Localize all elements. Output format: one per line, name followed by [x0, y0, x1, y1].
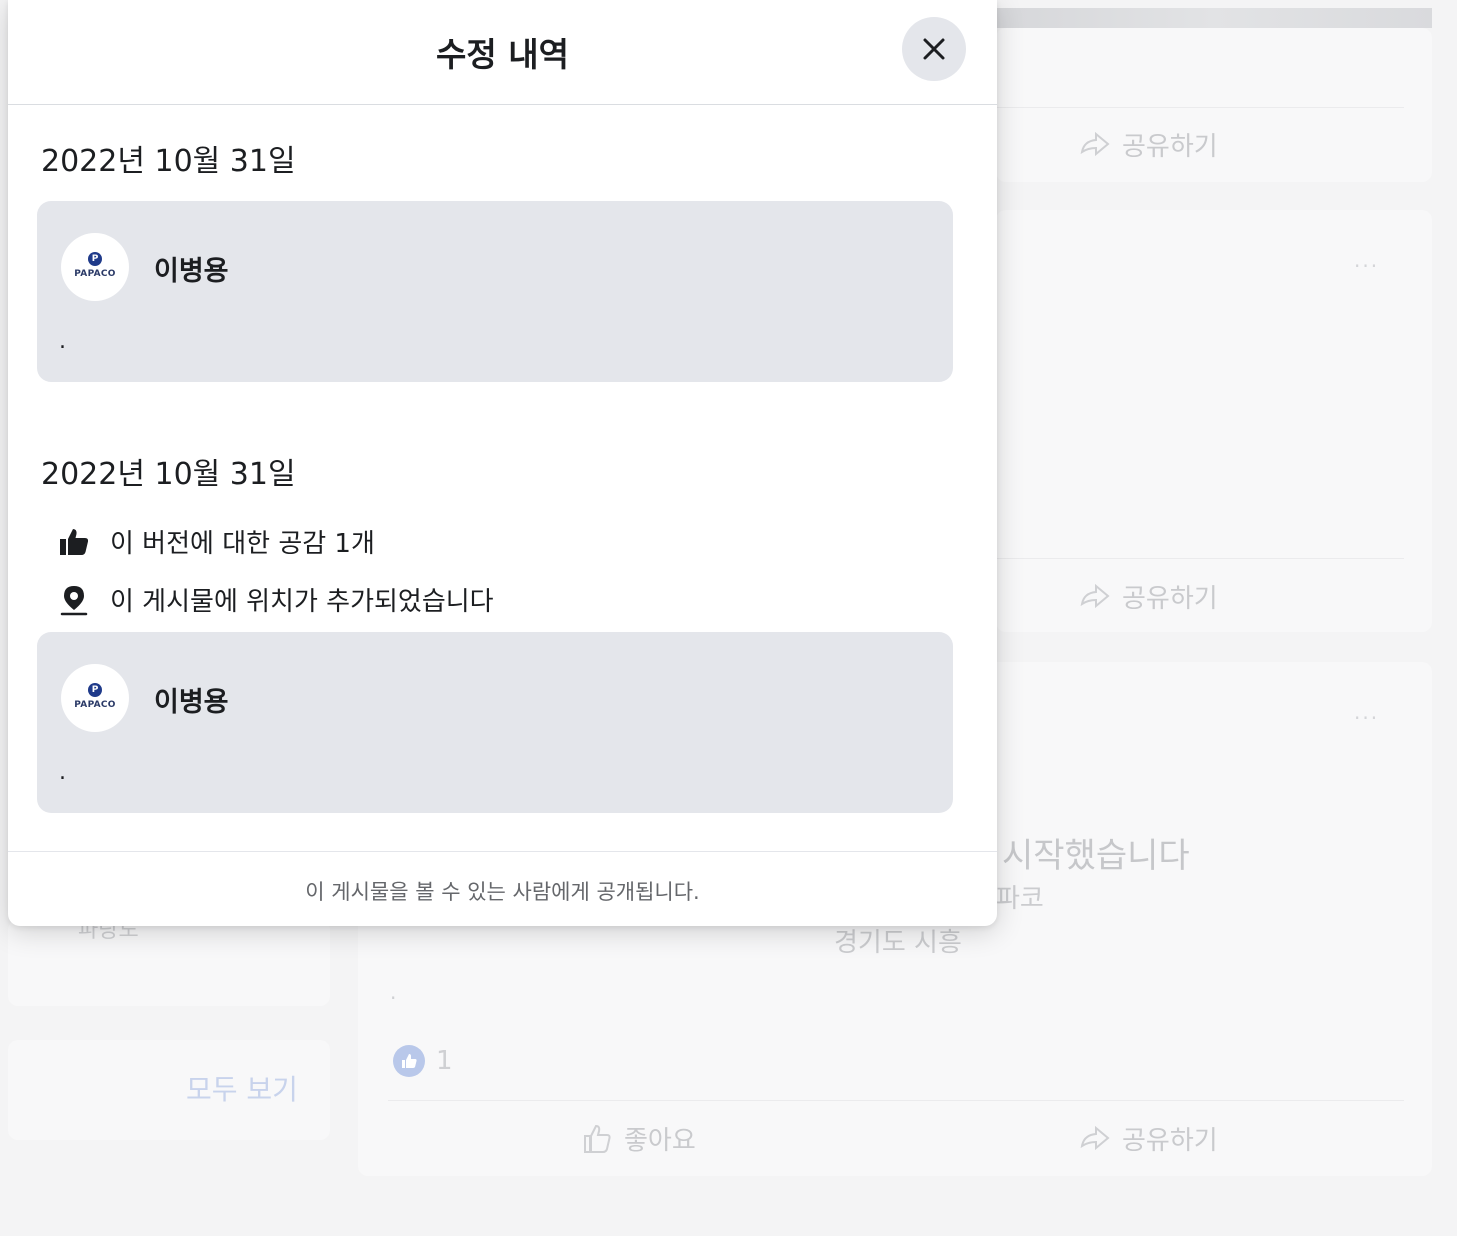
- like-label: 좋아요: [624, 1126, 696, 1156]
- avatar: P PAPACO: [61, 233, 129, 301]
- author-name: 이병용: [154, 687, 229, 718]
- share-icon: [1080, 1125, 1110, 1150]
- avatar-logo-text: PAPACO: [74, 699, 116, 710]
- divider: [388, 1100, 1404, 1101]
- more-options-icon[interactable]: ···: [1354, 254, 1379, 278]
- divider: [996, 107, 1404, 108]
- post-preview: P PAPACO 이병용 .: [37, 632, 953, 813]
- change-text: 이 게시물에 위치가 추가되었습니다: [110, 587, 494, 617]
- avatar-logo-icon: P: [88, 251, 102, 266]
- post-subtext: 파코: [996, 884, 1044, 914]
- change-item-location: 이 게시물에 위치가 추가되었습니다: [58, 581, 494, 618]
- share-label: 공유하기: [1122, 132, 1218, 162]
- like-button[interactable]: 좋아요: [580, 1120, 696, 1157]
- divider: [996, 558, 1404, 559]
- background-header-image: [996, 8, 1432, 28]
- share-label: 공유하기: [1122, 1126, 1218, 1156]
- post-location: 경기도 시흥: [834, 928, 962, 958]
- avatar: P PAPACO: [61, 664, 129, 732]
- post-preview: P PAPACO 이병용 .: [37, 201, 953, 382]
- reaction-like-icon: [393, 1045, 425, 1077]
- author-name: 이병용: [154, 256, 229, 287]
- share-button-2[interactable]: 공유하기: [1078, 578, 1218, 615]
- change-item-reactions: 이 버전에 대한 공감 1개: [58, 523, 375, 560]
- dialog-header: 수정 내역: [8, 0, 997, 105]
- share-label: 공유하기: [1122, 584, 1218, 614]
- close-button[interactable]: [902, 17, 966, 81]
- version-date: 2022년 10월 31일: [41, 457, 296, 492]
- share-icon: [1080, 583, 1110, 608]
- edit-history-dialog: 수정 내역 2022년 10월 31일 P PAPACO 이병용 . 2022년…: [8, 0, 997, 926]
- post-body-dot: .: [390, 980, 397, 1004]
- version-date: 2022년 10월 31일: [41, 144, 296, 179]
- more-options-icon[interactable]: ···: [1354, 706, 1379, 730]
- screen: 공유하기 ··· 공유하기 파랑도 모두 보기 ··· 시작했습니다 파코 경기…: [0, 0, 1457, 1236]
- close-icon: [923, 38, 945, 60]
- post-headline: 시작했습니다: [1002, 836, 1190, 876]
- avatar-logo-text: PAPACO: [74, 268, 116, 279]
- see-all-link[interactable]: 모두 보기: [186, 1068, 298, 1108]
- change-text: 이 버전에 대한 공감 1개: [110, 529, 375, 559]
- thumbs-up-icon: [60, 528, 89, 555]
- reaction-count[interactable]: 1: [436, 1046, 453, 1076]
- share-button-1[interactable]: 공유하기: [1078, 126, 1218, 163]
- location-pin-icon: [60, 585, 88, 615]
- share-button-3[interactable]: 공유하기: [1078, 1120, 1218, 1157]
- thumbs-up-outline-icon: [584, 1124, 611, 1153]
- background-sidebar-card: [8, 920, 330, 1006]
- dialog-footer: 이 게시물을 볼 수 있는 사람에게 공개됩니다.: [8, 851, 997, 926]
- dialog-title: 수정 내역: [436, 35, 569, 74]
- avatar-logo-icon: P: [88, 682, 102, 697]
- post-body: .: [59, 329, 66, 354]
- visibility-note: 이 게시물을 볼 수 있는 사람에게 공개됩니다.: [305, 880, 700, 904]
- post-body: .: [59, 760, 66, 785]
- share-icon: [1080, 131, 1110, 156]
